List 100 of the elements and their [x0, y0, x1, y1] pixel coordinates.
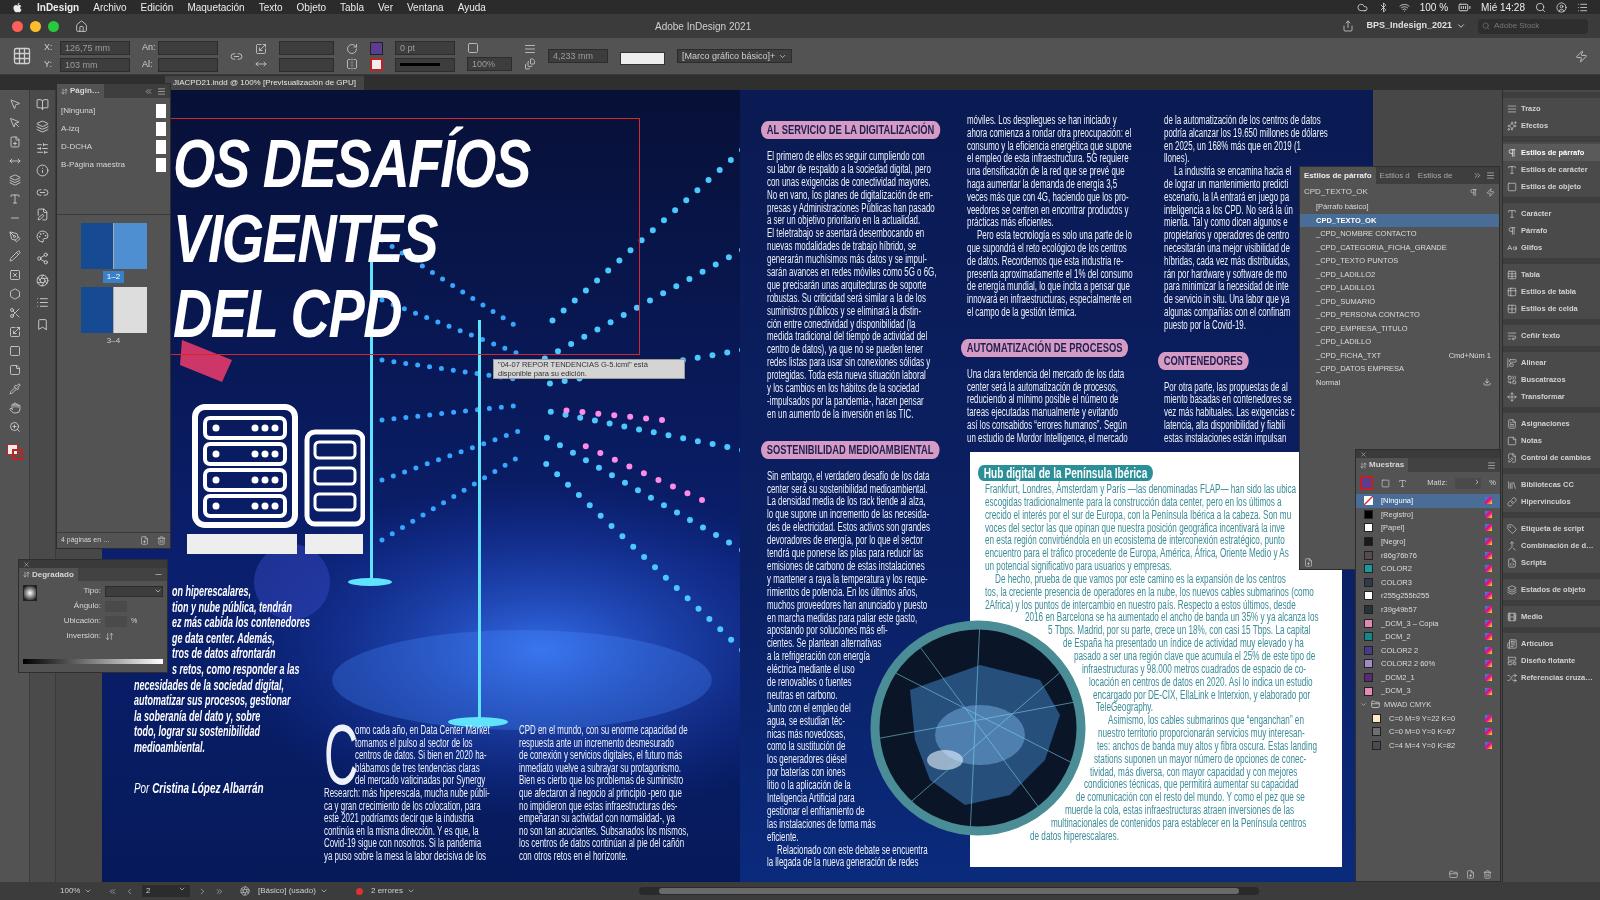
bookmark-icon[interactable]: [36, 318, 49, 331]
y-field[interactable]: 103 mm: [60, 57, 130, 72]
stroke-swatch[interactable]: [370, 57, 383, 71]
trash-icon[interactable]: [157, 536, 166, 545]
gradient-ramp[interactable]: [23, 659, 163, 664]
wifi-icon[interactable]: [1398, 1, 1410, 13]
link-icon[interactable]: [36, 186, 49, 199]
lightning-icon[interactable]: [1486, 187, 1495, 197]
lines-icon[interactable]: [524, 42, 536, 55]
master-page-item[interactable]: A-izq: [61, 123, 80, 135]
stock-search-field[interactable]: Adobe Stock: [1478, 18, 1588, 34]
lightning-icon[interactable]: [1575, 49, 1588, 63]
square-icon[interactable]: [467, 41, 479, 54]
menu-icon[interactable]: [157, 86, 166, 96]
scale-y-field[interactable]: [279, 57, 334, 72]
scale-field[interactable]: 100%: [467, 56, 512, 71]
panel-tab[interactable]: Estilos d: [1375, 167, 1414, 184]
menu-item[interactable]: Ver: [377, 0, 393, 15]
menu-item[interactable]: Maquetación: [187, 0, 245, 15]
menu-item[interactable]: Texto: [258, 0, 283, 15]
pointer-icon[interactable]: [8, 98, 21, 110]
object-style-dropdown[interactable]: [Marco gráfico básico]+: [677, 49, 792, 63]
type-icon[interactable]: [8, 193, 21, 205]
offset-field[interactable]: 4,233 mm: [548, 49, 608, 63]
errors-dropdown[interactable]: 2 errores: [371, 885, 431, 897]
layers-icon[interactable]: [36, 120, 49, 133]
workspace-dropdown[interactable]: BPS_Indesign_2021: [1366, 19, 1466, 33]
type-icon[interactable]: [1398, 478, 1408, 488]
eyedropper-icon[interactable]: [8, 383, 21, 395]
new-page-icon[interactable]: [1304, 557, 1313, 567]
spread-label[interactable]: 1–2: [102, 271, 125, 283]
stroke-type-dropdown[interactable]: [395, 57, 455, 72]
panel-tab[interactable]: Degradado: [19, 568, 78, 581]
layers-icon[interactable]: [8, 174, 21, 186]
spread-label[interactable]: 3–4: [102, 335, 125, 347]
menu-icon[interactable]: [1486, 171, 1495, 180]
zoom-icon[interactable]: [8, 421, 21, 433]
aperture-icon[interactable]: [36, 274, 49, 287]
panel-tab[interactable]: Estilos de: [1413, 167, 1457, 184]
panel-tab[interactable]: Estilos de párrafo: [1300, 167, 1376, 184]
menu-item[interactable]: Ayuda: [457, 0, 486, 15]
scale-icon[interactable]: [8, 326, 21, 338]
share-icon[interactable]: [1342, 20, 1355, 32]
note-icon[interactable]: [8, 364, 21, 376]
info-icon[interactable]: [36, 164, 49, 177]
x-field[interactable]: 126,75 mm: [60, 40, 130, 55]
scale-x-field[interactable]: [279, 40, 334, 55]
master-page-item[interactable]: B-Página maestra: [61, 159, 126, 171]
more-icon[interactable]: [1473, 171, 1482, 180]
trash-icon[interactable]: [1483, 869, 1492, 879]
fill-swatch[interactable]: [370, 41, 383, 55]
frame-icon[interactable]: [8, 269, 21, 281]
menu-icon[interactable]: [1487, 460, 1496, 470]
sliders-icon[interactable]: [36, 142, 49, 155]
spread-thumbnail[interactable]: [80, 223, 147, 269]
scale-icon[interactable]: [255, 42, 267, 55]
window-close-button[interactable]: [12, 20, 23, 32]
panel-tab[interactable]: Muestras: [1356, 458, 1409, 472]
spread-thumbnail[interactable]: [80, 287, 147, 333]
previous-page-icon[interactable]: [125, 886, 134, 896]
flip-horizontal-icon[interactable]: [346, 57, 358, 70]
page-field[interactable]: 2: [142, 885, 190, 897]
menu-item[interactable]: Tabla: [340, 0, 364, 15]
hand-icon[interactable]: [8, 402, 21, 414]
menu-item[interactable]: Objeto: [296, 0, 327, 15]
zoom-dropdown[interactable]: 100%: [60, 885, 100, 897]
pen-icon[interactable]: [8, 231, 21, 243]
square-icon[interactable]: [1381, 478, 1391, 488]
rotate-icon[interactable]: [346, 42, 358, 55]
pointer-icon[interactable]: [8, 117, 21, 129]
close-icon[interactable]: [23, 560, 30, 568]
document-tab[interactable]: JIACPD21.indd @ 100% [Previsualización de GPU]: [165, 76, 364, 90]
style-dropdown[interactable]: [Básico] (usado): [258, 885, 348, 897]
menu-item[interactable]: Ventana: [406, 0, 444, 15]
width-field[interactable]: [158, 40, 218, 55]
window-minimize-button[interactable]: [30, 20, 41, 32]
scissors-icon[interactable]: [8, 307, 21, 319]
hexagon-icon[interactable]: [8, 288, 21, 300]
list-icon[interactable]: [36, 296, 49, 309]
apple-icon[interactable]: [12, 1, 23, 13]
user-icon[interactable]: [1556, 1, 1567, 13]
fill-stroke-icon[interactable]: [6, 444, 23, 460]
reference-point-icon[interactable]: [12, 46, 32, 66]
menu-item[interactable]: Edición: [140, 0, 174, 15]
palette-icon[interactable]: [36, 230, 49, 243]
panel-tab[interactable]: Págin…: [57, 84, 104, 98]
stroke-weight-field[interactable]: 0 pt: [395, 40, 455, 55]
first-page-icon[interactable]: [108, 886, 117, 896]
pencil-icon[interactable]: [8, 250, 21, 262]
master-page-item[interactable]: [Ninguna]: [61, 105, 96, 117]
tint-field[interactable]: [1455, 477, 1482, 489]
window-zoom-button[interactable]: [48, 20, 59, 32]
menu-item[interactable]: InDesign: [37, 0, 80, 15]
master-page-item[interactable]: D-DCHA: [61, 141, 93, 153]
nodes-icon[interactable]: [36, 252, 49, 265]
page-icon[interactable]: [8, 136, 21, 148]
pages-icon[interactable]: [36, 98, 49, 111]
last-page-icon[interactable]: [215, 886, 224, 896]
collapse-icon[interactable]: [144, 86, 153, 96]
list-icon[interactable]: [1577, 1, 1588, 13]
